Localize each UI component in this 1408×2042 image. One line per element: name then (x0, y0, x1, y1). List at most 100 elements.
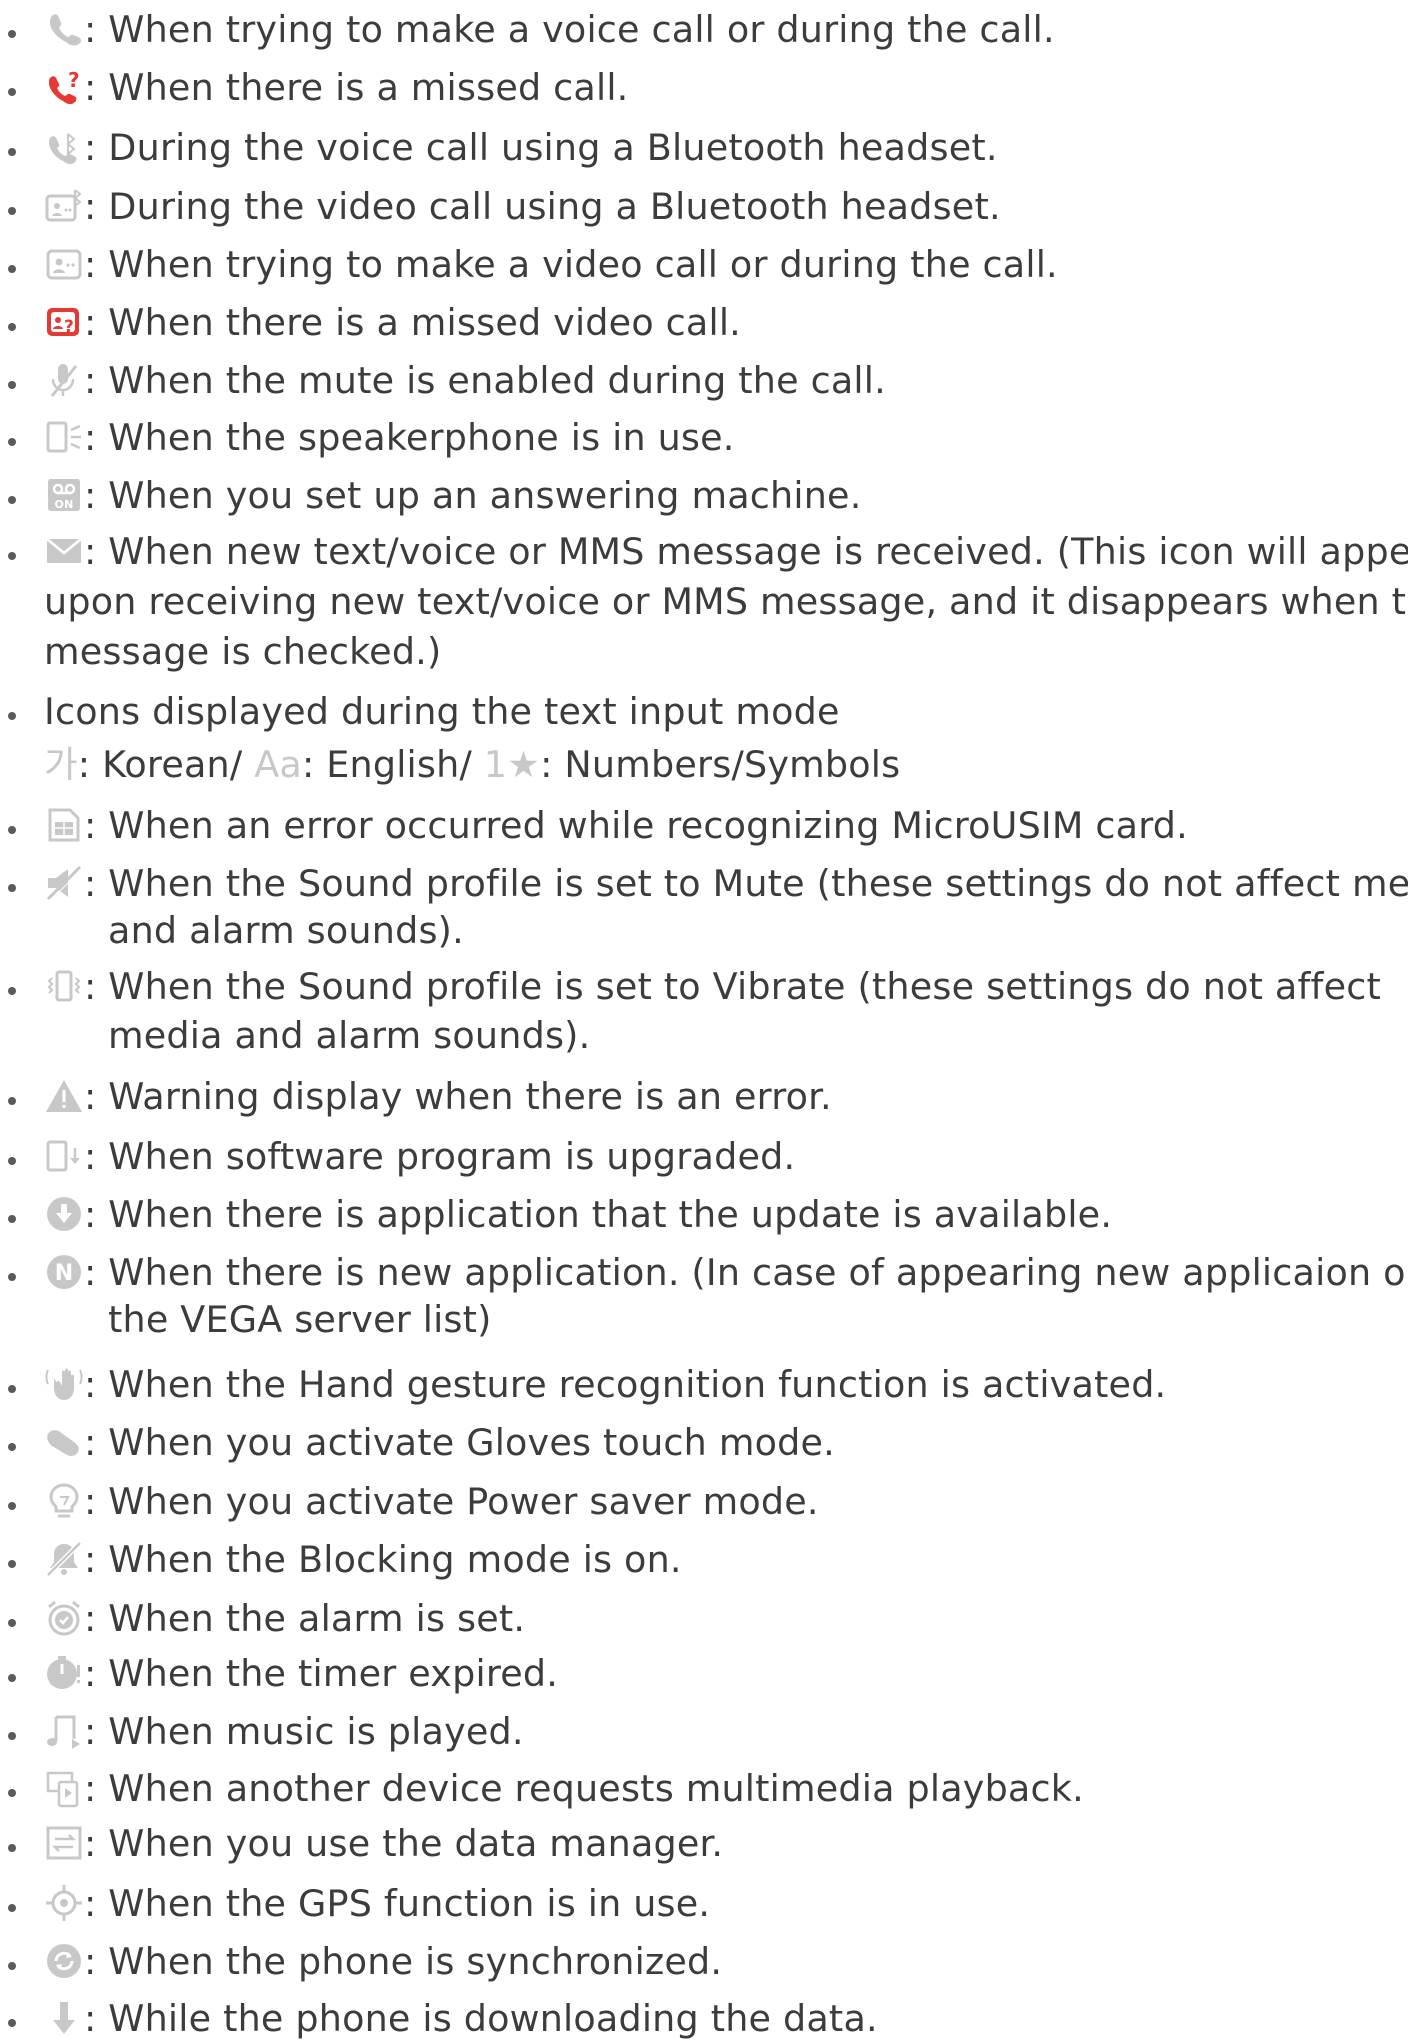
item-text: : During the voice call using a Bluetoot… (84, 126, 998, 169)
bullet (8, 1560, 16, 1568)
bullet (8, 1619, 16, 1627)
item-text: : When you use the data manager. (84, 1822, 724, 1865)
video-call-icon (44, 244, 84, 284)
bullet (8, 265, 16, 273)
timer-expired-icon (44, 1653, 84, 1693)
bullet (8, 1215, 16, 1223)
bullet (8, 148, 16, 156)
svg-text:N: N (55, 1261, 74, 1286)
item-text: : When the timer expired. (84, 1652, 559, 1695)
item-text: : When the Hand gesture recognition func… (84, 1363, 1167, 1406)
item-text-continued: and alarm sounds). (108, 909, 464, 952)
bullet (8, 207, 16, 215)
software-upgrade-icon (44, 1136, 84, 1176)
bullet (8, 1674, 16, 1682)
item-text-continued: upon receiving new text/voice or MMS mes… (44, 580, 1408, 623)
bullet (8, 1732, 16, 1740)
hand-gesture-icon (44, 1364, 84, 1404)
mute-icon (44, 360, 84, 400)
bullet (8, 1904, 16, 1912)
item-text: Icons displayed during the text input mo… (44, 690, 840, 733)
item-text: : When trying to make a video call or du… (84, 243, 1058, 286)
item-text: : When music is played. (84, 1710, 524, 1753)
bullet (8, 2019, 16, 2027)
item-text: : When the Sound profile is set to Mute … (84, 862, 1408, 905)
blocking-mode-icon (44, 1539, 84, 1579)
item-text: : When the GPS function is in use. (84, 1882, 711, 1925)
item-text: : When the mute is enabled during the ca… (84, 359, 886, 402)
bullet (8, 438, 16, 446)
bullet (8, 381, 16, 389)
bullet (8, 1443, 16, 1451)
item-text: : When there is new application. (In cas… (84, 1251, 1408, 1294)
item-text: : When there is application that the upd… (84, 1193, 1113, 1236)
item-text: : When the Sound profile is set to Vibra… (84, 965, 1382, 1008)
bullet (8, 1097, 16, 1105)
item-text: : When the phone is synchronized. (84, 1940, 723, 1983)
multimedia-request-icon (44, 1768, 84, 1808)
item-text: : When there is a missed call. (84, 66, 629, 109)
data-manager-icon (44, 1823, 84, 1863)
item-text: : When an error occurred while recognizi… (84, 804, 1188, 847)
message-icon (44, 531, 84, 571)
bullet (8, 1502, 16, 1510)
gps-icon (44, 1883, 84, 1923)
warning-icon (44, 1076, 84, 1116)
sim-error-icon (44, 805, 84, 845)
korean-input-icon: 가 (44, 743, 78, 786)
korean-label: : Korean/ (77, 743, 255, 786)
item-text: : When trying to make a voice call or du… (84, 8, 1055, 51)
voice-call-icon (44, 9, 84, 49)
english-input-icon: Aa (254, 743, 302, 786)
bullet (8, 552, 16, 560)
item-text: : When the speakerphone is in use. (84, 416, 735, 459)
alarm-icon (44, 1598, 84, 1638)
app-update-icon (44, 1194, 84, 1234)
answering-machine-icon: ON (44, 475, 84, 515)
numbers-input-icon: 1★ (483, 743, 541, 786)
sync-icon (44, 1941, 84, 1981)
bullet (8, 1962, 16, 1970)
bullet (8, 1273, 16, 1281)
bluetooth-voice-call-icon (44, 127, 84, 167)
icon-list-page: : When trying to make a voice call or du… (0, 0, 1408, 2042)
bullet (8, 30, 16, 38)
item-text: : When software program is upgraded. (84, 1135, 796, 1178)
item-text: : When the Blocking mode is on. (84, 1538, 682, 1581)
speakerphone-icon (44, 417, 84, 457)
svg-text:?: ? (64, 317, 74, 337)
input-mode-icons: 가: Korean/ Aa: English/ 1★: Numbers/Symb… (44, 743, 900, 787)
bullet (8, 987, 16, 995)
item-text: : When you activate Gloves touch mode. (84, 1421, 835, 1464)
item-text: : When new text/voice or MMS message is … (84, 530, 1408, 573)
item-text: : When there is a missed video call. (84, 301, 741, 344)
power-saver-icon (44, 1481, 84, 1521)
bullet (8, 826, 16, 834)
bullet (8, 1385, 16, 1393)
vibrate-icon (44, 966, 84, 1006)
missed-call-icon: ? (44, 67, 84, 107)
bullet (8, 88, 16, 96)
svg-text:?: ? (68, 68, 80, 92)
item-text: : When you activate Power saver mode. (84, 1480, 819, 1523)
bluetooth-video-call-icon (44, 186, 84, 226)
missed-video-call-icon: ? (44, 302, 84, 342)
bullet (8, 712, 16, 720)
numbers-label: : Numbers/Symbols (540, 743, 901, 786)
bullet (8, 884, 16, 892)
item-text: : During the video call using a Bluetoot… (84, 185, 1001, 228)
gloves-touch-icon (44, 1422, 84, 1462)
bullet (8, 1844, 16, 1852)
bullet (8, 1157, 16, 1165)
sound-mute-icon (44, 863, 84, 903)
item-text-continued: the VEGA server list) (108, 1298, 492, 1341)
music-icon (44, 1711, 84, 1751)
item-text: : When you set up an answering machine. (84, 474, 862, 517)
bullet (8, 323, 16, 331)
item-text-continued: media and alarm sounds). (108, 1014, 591, 1057)
item-text: : Warning display when there is an error… (84, 1075, 832, 1118)
bullet (8, 1789, 16, 1797)
new-app-icon: N (44, 1252, 84, 1292)
svg-text:ON: ON (55, 498, 74, 511)
item-text: : While the phone is downloading the dat… (84, 1997, 878, 2040)
